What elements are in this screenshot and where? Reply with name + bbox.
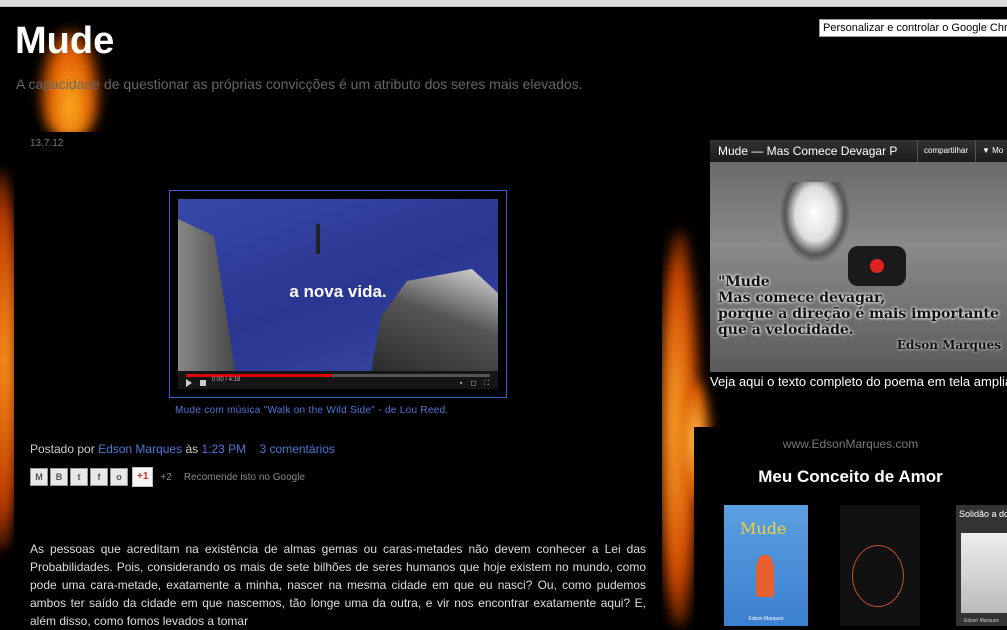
video-progress-fill [186, 374, 332, 377]
book-cover[interactable] [840, 505, 920, 626]
quote-line: porque a direção é mais importante [718, 306, 999, 322]
book-illustration [961, 533, 1007, 613]
play-icon[interactable] [186, 379, 192, 387]
at-label: às [185, 442, 199, 456]
volume-icon[interactable] [200, 380, 206, 386]
twitter-icon[interactable]: t [70, 468, 88, 486]
book-title: Solidão a dois [959, 509, 1007, 519]
site-url[interactable]: www.EdsonMarques.com [694, 437, 1007, 451]
chrome-menu-tooltip: Personalizar e controlar o Google Chrome [819, 19, 1007, 37]
quote-line: "Mude [718, 274, 770, 290]
book-cover[interactable]: Solidão a dois Edson Marques [956, 505, 1007, 626]
posted-by-label: Postado por [30, 442, 95, 456]
facebook-icon[interactable]: f [90, 468, 108, 486]
blog-title[interactable]: Mude [15, 20, 114, 63]
email-icon[interactable]: M [30, 468, 48, 486]
gplus-recommend-text: Recomende isto no Google [183, 471, 305, 483]
youtube-title[interactable]: Mude — Mas Comece Devagar P [718, 140, 914, 162]
post-date: 13.7.12 [30, 138, 64, 149]
author-link[interactable]: Edson Marques [98, 442, 182, 456]
orkut-icon[interactable]: o [110, 468, 128, 486]
sidebar-widget: www.EdsonMarques.com Meu Conceito de Amo… [694, 427, 1007, 626]
quote-line: Mas comece devagar, [718, 290, 886, 306]
widget-title: Meu Conceito de Amor [758, 467, 943, 486]
gplus-count: +2 [160, 471, 172, 483]
youtube-thumbnail[interactable]: "Mude Mas comece devagar, porque a direç… [710, 162, 1007, 372]
blog-description: A capacidade de questionar as próprias c… [16, 76, 583, 92]
share-button[interactable]: compartilhar [917, 140, 974, 162]
browser-toolbar [0, 0, 1007, 7]
book-author: Edson Marques [748, 616, 784, 622]
post-time-link[interactable]: 1:23 PM [201, 442, 246, 456]
video-player[interactable]: a nova vida. 0:00 / 4:18 ▪ ◻ ⛶ [178, 199, 498, 389]
share-buttons: M B t f o +1 +2 Recomende isto no Google [30, 467, 305, 487]
youtube-header: Mude — Mas Comece Devagar P compartilhar… [710, 140, 1007, 162]
video-caption-link[interactable]: Mude com música "Walk on the Wild Side" … [175, 405, 449, 416]
quote-line: que a velocidade. [718, 322, 854, 338]
fullscreen-icon[interactable]: ▪ ◻ ⛶ [460, 379, 492, 388]
book-cover[interactable]: Mude Edson Marques [724, 505, 808, 626]
blogger-icon[interactable]: B [50, 468, 68, 486]
video-controls: 0:00 / 4:18 ▪ ◻ ⛶ [178, 371, 498, 389]
play-icon [870, 259, 884, 273]
seagull-image [780, 182, 850, 262]
post-area: 13.7.12 a nova vida. 0:00 / 4:18 ▪ ◻ ⛶ M… [14, 132, 662, 628]
post-body: As pessoas que acreditam na existência d… [30, 542, 646, 628]
post-footer: Postado por Edson Marques às 1:23 PM 3 c… [30, 442, 335, 456]
gplus-button[interactable]: +1 [132, 467, 154, 487]
book-author: Edson Marques [964, 618, 1000, 624]
embedded-video[interactable]: a nova vida. 0:00 / 4:18 ▪ ◻ ⛶ [169, 190, 507, 398]
video-caption: a nova vida. [289, 282, 387, 301]
comments-link[interactable]: 3 comentários [260, 442, 335, 456]
more-label: Mo [992, 146, 1004, 155]
video-scene [178, 219, 238, 389]
poem-quote: "Mude Mas comece devagar, porque a direç… [718, 274, 999, 338]
book-illustration [852, 545, 904, 607]
video-scene [316, 224, 320, 254]
video-time: 0:00 / 4:18 [212, 377, 241, 383]
quote-author: Edson Marques [896, 338, 1001, 352]
book-title: Mude [740, 519, 787, 538]
book-illustration [756, 555, 774, 597]
poem-link-text[interactable]: Veja aqui o texto completo do poema em t… [710, 374, 1007, 389]
youtube-embed[interactable]: Mude — Mas Comece Devagar P compartilhar… [710, 140, 1007, 372]
more-button[interactable]: ▼ Mo [975, 140, 1003, 162]
